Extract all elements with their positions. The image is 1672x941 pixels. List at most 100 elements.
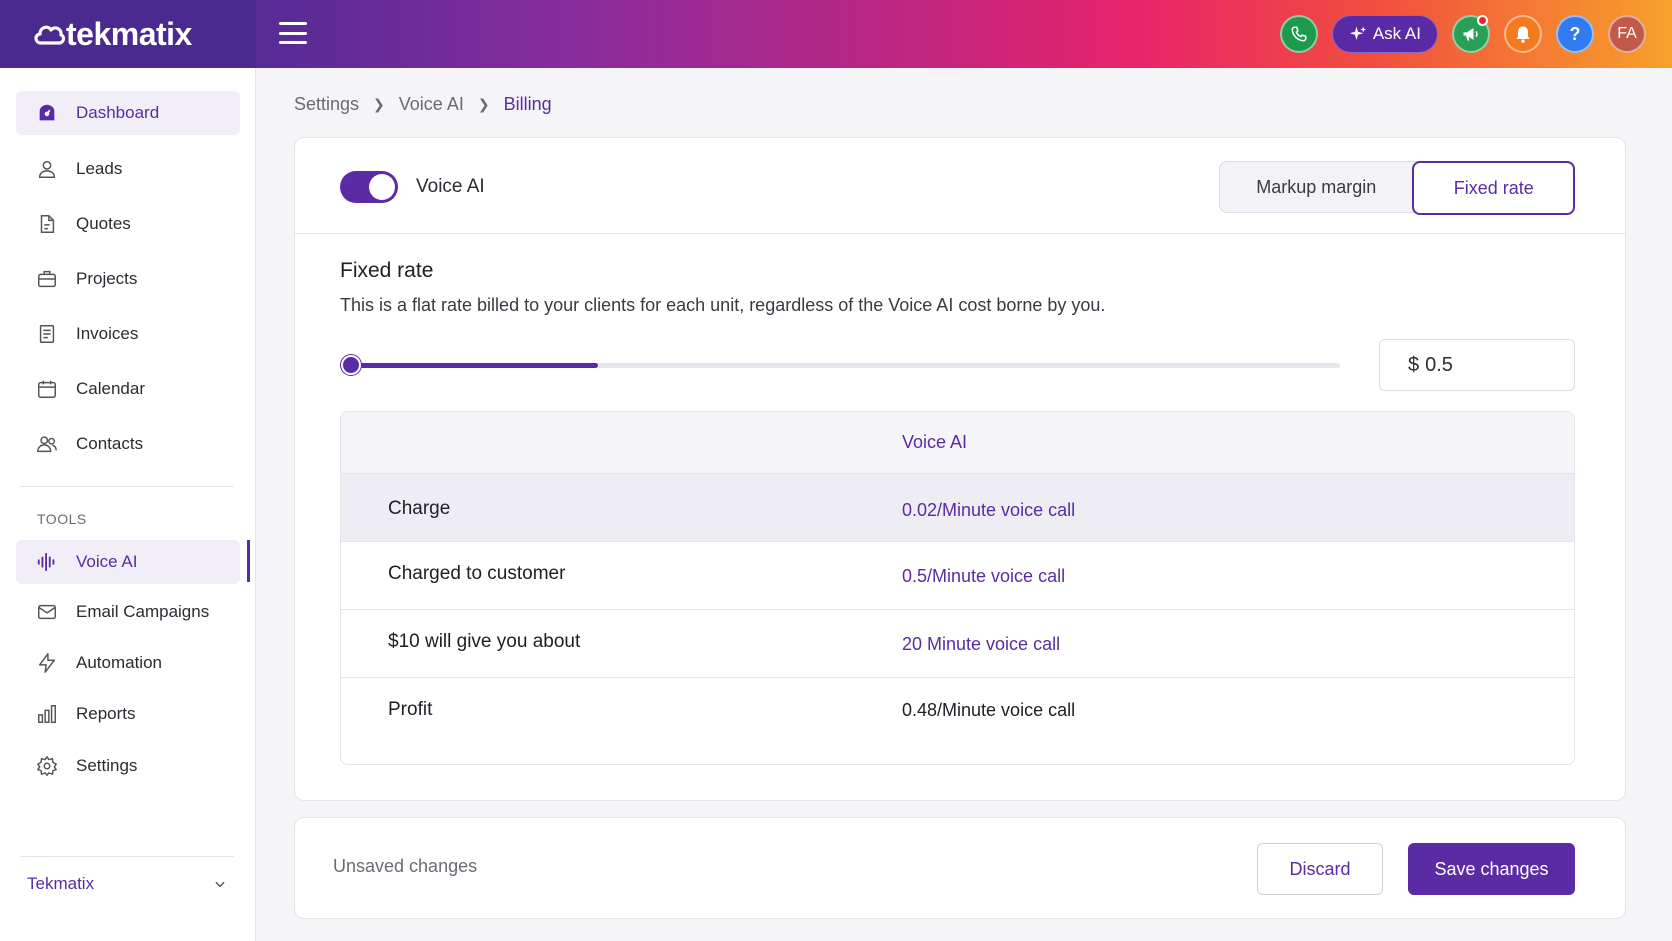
sidebar-item-label: Settings [76,756,138,775]
row-value: 0.5/Minute voice call [902,566,1066,586]
top-actions: Ask AI ? FA [1279,14,1646,54]
pricing-mode-selector: Markup margin Fixed rate [1219,161,1575,215]
breadcrumb-voice-ai[interactable]: Voice AI [399,94,464,115]
sidebar-item-label: Dashboard [76,103,160,122]
breadcrumb-settings[interactable]: Settings [294,94,359,115]
row-value: 20 Minute voice call [902,634,1061,654]
question-icon: ? [1569,23,1581,44]
slider-fill [350,363,598,368]
soundwave-icon [36,551,58,573]
row-label: Profit [388,699,433,720]
document-icon [36,213,58,235]
markup-margin-tab[interactable]: Markup margin [1220,162,1412,212]
table-header: Voice AI [341,412,1574,474]
bar-chart-icon [36,703,58,725]
breadcrumb: Settings ❯ Voice AI ❯ Billing [294,94,552,115]
chevron-down-icon [215,881,225,888]
sidebar-item-reports[interactable]: Reports [16,692,240,736]
rate-input[interactable]: $ 0.5 [1379,339,1575,391]
logo-wordmark: tekmatix [32,16,192,53]
menu-toggle-button[interactable] [279,22,307,44]
sidebar-item-label: Invoices [76,324,139,343]
table-row: Charged to customer 0.5/Minute voice cal… [341,542,1574,610]
gear-icon [36,755,58,777]
save-bar: Unsaved changes Discard Save changes [294,817,1626,919]
workspace-name: Tekmatix [27,874,95,893]
sidebar-item-label: Calendar [76,379,145,398]
notifications-button[interactable] [1504,15,1542,53]
invoice-icon [36,323,58,345]
voice-ai-toggle-label: Voice AI [416,176,485,197]
announcements-button[interactable] [1452,15,1490,53]
rate-value: 0.5 [1425,353,1453,376]
voice-ai-toggle[interactable] [340,171,398,203]
section-title: Fixed rate [340,259,434,282]
card-header: Voice AI Markup margin Fixed rate [295,138,1625,234]
sidebar-item-leads[interactable]: Leads [16,147,240,191]
ask-ai-label: Ask AI [1372,24,1421,43]
dashboard-icon [36,102,58,124]
chevron-right-icon: ❯ [477,96,490,112]
sidebar-item-dashboard[interactable]: Dashboard [16,91,240,135]
ask-ai-button[interactable]: Ask AI [1331,15,1438,53]
sidebar-item-label: Reports [76,704,136,723]
mail-icon [36,601,58,623]
sidebar-item-email-campaigns[interactable]: Email Campaigns [16,590,240,634]
sparkle-icon [1349,26,1367,40]
workspace-switcher[interactable]: Tekmatix [27,874,227,894]
sidebar-item-invoices[interactable]: Invoices [16,312,240,356]
save-button[interactable]: Save changes [1408,843,1575,895]
active-indicator [247,540,250,582]
row-label: Charged to customer [388,563,566,584]
fixed-rate-tab[interactable]: Fixed rate [1412,161,1575,215]
toggle-knob [369,174,395,200]
column-header: Voice AI [902,432,968,452]
section-description: This is a flat rate billed to your clien… [340,295,1106,315]
billing-card: Voice AI Markup margin Fixed rate Fixed … [294,137,1626,801]
table-row: Profit 0.48/Minute voice call [341,678,1574,764]
unsaved-status: Unsaved changes [333,856,478,876]
slider-handle[interactable] [341,355,361,375]
phone-button[interactable] [1279,15,1318,53]
bell-icon [1516,26,1530,43]
table-row: Charge 0.02/Minute voice call [341,474,1574,542]
sidebar-item-settings[interactable]: Settings [16,744,240,788]
tools-section-label: TOOLS [37,511,87,527]
pricing-table: Voice AI Charge 0.02/Minute voice call C… [340,411,1575,765]
sidebar-item-calendar[interactable]: Calendar [16,367,240,411]
contacts-icon [36,433,58,455]
sidebar: Dashboard Leads Quotes Projects Invoices… [0,68,256,941]
sidebar-item-label: Leads [76,159,123,178]
logo[interactable]: tekmatix [0,0,256,68]
sidebar-item-label: Email Campaigns [76,602,210,621]
sidebar-item-label: Contacts [76,434,144,453]
rate-slider[interactable] [350,363,1340,368]
calendar-icon [36,378,58,400]
sidebar-item-label: Projects [76,269,138,288]
lightning-icon [36,652,58,674]
avatar[interactable]: FA [1608,15,1646,53]
chevron-right-icon: ❯ [373,96,385,112]
breadcrumb-billing: Billing [503,94,552,114]
sidebar-item-projects[interactable]: Projects [16,257,240,301]
top-bar: tekmatix Ask AI ? FA [0,0,1672,68]
sidebar-item-label: Automation [76,653,162,672]
sidebar-item-contacts[interactable]: Contacts [16,422,240,466]
row-label: Charge [388,498,451,519]
row-label: $10 will give you about [388,631,581,652]
row-value: 0.48/Minute voice call [902,700,1076,720]
help-button[interactable]: ? [1556,15,1594,53]
logo-text: tekmatix [66,15,192,52]
sidebar-item-quotes[interactable]: Quotes [16,202,240,246]
megaphone-icon [1463,28,1478,41]
user-icon [36,158,58,180]
notification-dot [1477,15,1488,26]
discard-button[interactable]: Discard [1257,843,1383,895]
sidebar-item-voice-ai[interactable]: Voice AI [16,540,250,584]
table-row: $10 will give you about 20 Minute voice … [341,610,1574,678]
sidebar-item-label: Quotes [76,214,131,233]
sidebar-divider [20,486,234,487]
sidebar-item-automation[interactable]: Automation [16,641,240,685]
sidebar-divider [20,856,234,857]
sidebar-item-label: Voice AI [76,552,138,571]
